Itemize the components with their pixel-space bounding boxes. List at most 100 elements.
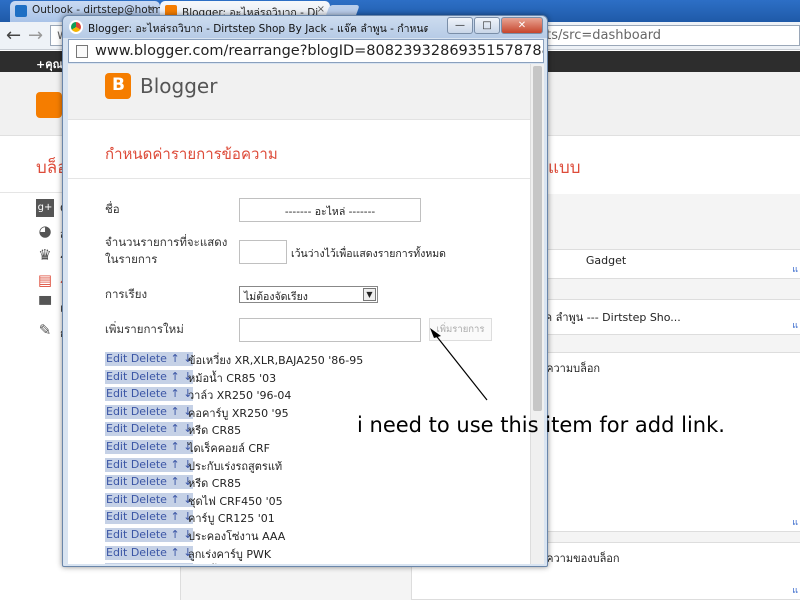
delete-link[interactable]: Delete bbox=[131, 370, 167, 383]
add-item-label: เพิ่มรายการใหม่ bbox=[105, 322, 184, 336]
move-up-icon[interactable]: ↑ bbox=[170, 475, 179, 488]
item-actions: Edit Delete ↑ ↓ bbox=[105, 475, 194, 490]
blogger-logo-icon bbox=[105, 73, 131, 99]
name-field[interactable]: ------- อะไหล่ ------- bbox=[239, 198, 421, 222]
edit-link[interactable]: Edit bbox=[106, 528, 127, 541]
move-up-icon[interactable]: ↑ bbox=[170, 546, 179, 559]
annotation-text: i need to use this item for add link. bbox=[357, 413, 725, 437]
delete-link[interactable]: Delete bbox=[131, 405, 167, 418]
count-label: จำนวนรายการที่จะแสดงในรายการ bbox=[105, 235, 228, 266]
list-item: Edit Delete ↑ ↓ ลูกเร่งคาร์บู PWK bbox=[105, 545, 525, 563]
delete-link[interactable]: Delete bbox=[131, 563, 167, 564]
item-actions: Edit Delete ↑ ↓ bbox=[105, 369, 194, 384]
list-item: Edit Delete ↑ ↓ คาร์บู CR125 '01 bbox=[105, 509, 525, 527]
sort-select[interactable]: ไม่ต้องจัดเรียง ▼ bbox=[239, 286, 378, 303]
item-text: หรีด CR85 bbox=[188, 477, 242, 491]
move-up-icon[interactable]: ↑ bbox=[170, 440, 179, 453]
item-text: ชุดไฟ CRF450 '05 bbox=[188, 494, 283, 508]
move-up-icon[interactable]: ↑ bbox=[170, 405, 179, 418]
edit-link[interactable]: Edit bbox=[106, 510, 127, 523]
maximize-button[interactable]: □ bbox=[474, 17, 500, 34]
layout-edit-link[interactable]: แ bbox=[792, 318, 798, 332]
move-up-icon[interactable]: ↑ bbox=[170, 458, 179, 471]
pie-chart-icon[interactable]: ◕ bbox=[36, 222, 54, 240]
delete-link[interactable]: Delete bbox=[131, 510, 167, 523]
sort-label: การเรียง bbox=[105, 287, 148, 301]
edit-link[interactable]: Edit bbox=[106, 440, 127, 453]
move-up-icon[interactable]: ↑ bbox=[170, 387, 179, 400]
edit-link[interactable]: Edit bbox=[106, 458, 127, 471]
edit-link[interactable]: Edit bbox=[106, 546, 127, 559]
layout-edit-link[interactable]: แ bbox=[792, 583, 798, 597]
move-up-icon[interactable]: ↑ bbox=[170, 493, 179, 506]
item-actions: Edit Delete ↑ ↓ bbox=[105, 545, 194, 560]
popup-url-bar[interactable]: www.blogger.com/rearrange?blogID=8082393… bbox=[68, 39, 544, 63]
edit-link[interactable]: Edit bbox=[106, 370, 127, 383]
count-hint: เว้นว่างไว้เพื่อแสดงรายการทั้งหมด bbox=[291, 248, 446, 260]
page-icon bbox=[76, 45, 88, 58]
list-item: Edit Delete ↑ ↓ ประคองโซ่งาน AAA bbox=[105, 527, 525, 545]
delete-link[interactable]: Delete bbox=[131, 493, 167, 506]
move-up-icon[interactable]: ↑ bbox=[170, 563, 179, 564]
edit-link[interactable]: Edit bbox=[106, 352, 127, 365]
move-up-icon[interactable]: ↑ bbox=[170, 422, 179, 435]
add-item-button[interactable]: เพิ่มรายการ bbox=[429, 318, 492, 341]
delete-link[interactable]: Delete bbox=[131, 458, 167, 471]
item-text: คอคาร์บู XR250 '95 bbox=[188, 406, 289, 420]
page-title: กำหนดค่ารายการข้อความ bbox=[105, 145, 278, 163]
layout-edit-link[interactable]: แ bbox=[792, 262, 798, 276]
chevron-down-icon[interactable]: ▼ bbox=[363, 288, 376, 301]
edit-link[interactable]: Edit bbox=[106, 387, 127, 400]
item-list: Edit Delete ↑ ↓ ข้อเหวี่ยง XR,XLR,BAJA250… bbox=[105, 351, 525, 564]
move-up-icon[interactable]: ↑ bbox=[170, 352, 179, 365]
edit-link[interactable]: Edit bbox=[106, 563, 127, 564]
popup-window-title: Blogger: อะไหล่รถวิบาก - Dirtstep Shop B… bbox=[88, 23, 428, 35]
edit-link[interactable]: Edit bbox=[106, 422, 127, 435]
scrollbar-thumb[interactable] bbox=[533, 66, 542, 411]
list-item: Edit Delete ↑ ↓ หรีด CR85 bbox=[105, 474, 525, 492]
item-actions: Edit Delete ↑ ↓ bbox=[105, 404, 194, 419]
delete-link[interactable]: Delete bbox=[131, 422, 167, 435]
item-text: ลูกเร่งคาร์บู PWK bbox=[188, 547, 272, 561]
delete-link[interactable]: Delete bbox=[131, 387, 167, 400]
tab-close-icon[interactable]: × bbox=[147, 4, 155, 15]
close-button[interactable]: ✕ bbox=[501, 17, 543, 34]
layout-icon[interactable]: ▤ bbox=[36, 271, 54, 289]
tab-close-icon[interactable]: × bbox=[317, 4, 325, 15]
item-actions: Edit Delete ↑ ↓ bbox=[105, 387, 194, 402]
back-arrow-icon[interactable]: ← bbox=[6, 25, 21, 46]
gbar-user-link[interactable]: +คุณ bbox=[36, 58, 63, 71]
delete-link[interactable]: Delete bbox=[131, 440, 167, 453]
item-actions: Edit Delete ↑ ↓ bbox=[105, 439, 194, 454]
trophy-icon[interactable]: ♛ bbox=[36, 246, 54, 264]
popup-url-text: www.blogger.com/rearrange?blogID=8082393… bbox=[95, 43, 543, 59]
delete-link[interactable]: Delete bbox=[131, 528, 167, 541]
move-up-icon[interactable]: ↑ bbox=[170, 370, 179, 383]
edit-link[interactable]: Edit bbox=[106, 405, 127, 418]
forward-arrow-icon[interactable]: → bbox=[28, 25, 43, 46]
sort-select-value: ไม่ต้องจัดเรียง bbox=[244, 291, 308, 303]
move-up-icon[interactable]: ↑ bbox=[170, 528, 179, 541]
edit-link[interactable]: Edit bbox=[106, 475, 127, 488]
edit-link[interactable]: Edit bbox=[106, 493, 127, 506]
item-text: หม้อน้ำแต่ง CRF , KXF bbox=[188, 562, 299, 564]
wrench-icon[interactable]: ✎ bbox=[36, 321, 54, 339]
paint-roller-icon[interactable]: ▀ bbox=[36, 296, 54, 314]
layout-edit-link[interactable]: แ bbox=[792, 515, 798, 529]
item-text: หรีด CR85 bbox=[188, 424, 242, 438]
popup-titlebar[interactable]: Blogger: อะไหล่รถวิบาก - Dirtstep Shop B… bbox=[63, 16, 547, 38]
move-up-icon[interactable]: ↑ bbox=[170, 510, 179, 523]
delete-link[interactable]: Delete bbox=[131, 352, 167, 365]
count-field[interactable] bbox=[239, 240, 287, 264]
delete-link[interactable]: Delete bbox=[131, 475, 167, 488]
minimize-button[interactable]: — bbox=[447, 17, 473, 34]
google-plus-icon[interactable]: g+ bbox=[36, 199, 54, 217]
delete-link[interactable]: Delete bbox=[131, 546, 167, 559]
popup-scrollbar[interactable] bbox=[530, 64, 544, 564]
item-actions: Edit Delete ↑ ↓ bbox=[105, 563, 194, 564]
list-item: Edit Delete ↑ ↓ ประกับเร่งรถสูตรแท้ bbox=[105, 457, 525, 475]
popup-content: Blogger กำหนดค่ารายการข้อความ ชื่อ -----… bbox=[68, 64, 530, 564]
list-item: Edit Delete ↑ ↓ ไดเร็คคอยล์ CRF bbox=[105, 439, 525, 457]
item-text: คาร์บู CR125 '01 bbox=[188, 512, 275, 526]
add-item-field[interactable] bbox=[239, 318, 421, 342]
